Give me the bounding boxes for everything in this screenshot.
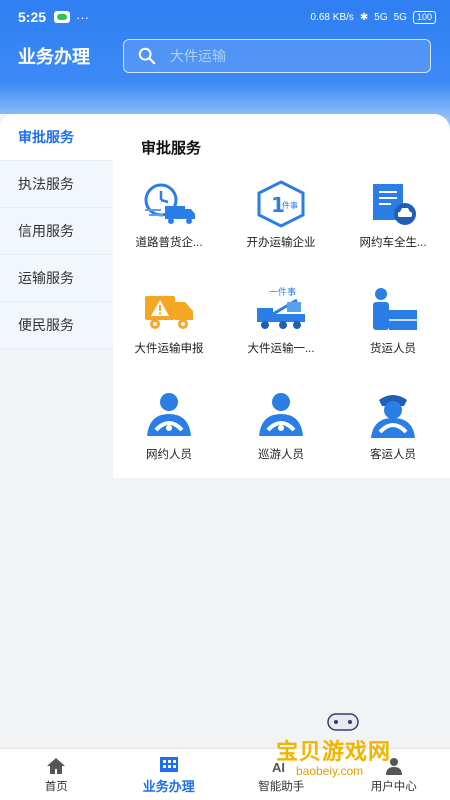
- sidebar-item-transport[interactable]: 运输服务: [0, 255, 113, 302]
- service-label: 货运人员: [370, 340, 416, 356]
- nav-label: 首页: [45, 778, 68, 794]
- section-title: 审批服务: [141, 137, 201, 158]
- bluetooth-icon: ✱: [360, 12, 368, 23]
- svg-text:件事: 件事: [282, 200, 298, 210]
- nav-label: 业务办理: [143, 776, 195, 795]
- cargo-person-icon: [365, 286, 421, 334]
- battery-icon: 100: [413, 11, 436, 24]
- document-car-icon: [365, 180, 421, 228]
- category-sidebar: 审批服务 执法服务 信用服务 运输服务 便民服务: [0, 114, 113, 748]
- service-label: 大件运输申报: [135, 340, 204, 356]
- sidebar-item-credit[interactable]: 信用服务: [0, 208, 113, 255]
- service-panel: 审批服务 道路普货企... 1 件事 开办运输企业: [113, 114, 450, 478]
- gamepad-icon: [324, 710, 362, 734]
- search-box[interactable]: [123, 39, 431, 73]
- service-label: 开办运输企业: [247, 234, 316, 250]
- warning-truck-icon: [141, 286, 197, 334]
- clock-truck-icon: [141, 180, 197, 228]
- service-item[interactable]: 一件事 大件运输一...: [225, 286, 337, 376]
- watermark-url: baobeiy.com: [296, 764, 363, 778]
- sidebar-item-enforcement[interactable]: 执法服务: [0, 161, 113, 208]
- search-icon: [138, 47, 156, 65]
- status-more: ···: [76, 10, 89, 25]
- svg-text:一件事: 一件事: [269, 286, 296, 298]
- service-item[interactable]: 大件运输申报: [113, 286, 225, 376]
- service-label: 道路普货企...: [135, 234, 202, 250]
- hexagon-one-item-icon: 1 件事: [253, 180, 309, 228]
- service-item[interactable]: 货运人员: [337, 286, 449, 376]
- top-bar: 业务办理: [0, 38, 450, 74]
- captain-person-icon: [365, 392, 421, 440]
- nav-home[interactable]: 首页: [0, 749, 113, 800]
- driver-person-icon: [253, 392, 309, 440]
- service-label: 巡游人员: [258, 446, 304, 462]
- nav-business[interactable]: 业务办理: [113, 749, 226, 800]
- service-label: 网约车全生...: [359, 234, 426, 250]
- service-item[interactable]: 道路普货企...: [113, 180, 225, 270]
- service-item[interactable]: 1 件事 开办运输企业: [225, 180, 337, 270]
- tow-truck-icon: 一件事: [253, 286, 309, 334]
- service-item[interactable]: 巡游人员: [225, 392, 337, 482]
- business-building-icon: [158, 754, 180, 774]
- watermark-text: 宝贝游戏网: [276, 734, 391, 766]
- driver-person-icon: [141, 392, 197, 440]
- search-input[interactable]: [170, 48, 420, 64]
- service-label: 客运人员: [370, 446, 416, 462]
- status-time: 5:25: [18, 9, 46, 25]
- status-bar: 5:25 ··· 0.68 KB/s ✱ 5G 5G 100: [0, 0, 450, 34]
- home-icon: [45, 756, 67, 776]
- watermark-logo: 宝贝游戏网 baobeiy.com: [272, 706, 422, 786]
- service-label: 大件运输一...: [247, 340, 314, 356]
- signal-5g-1: 5G: [374, 12, 387, 23]
- service-item[interactable]: 网约车全生...: [337, 180, 449, 270]
- sidebar-item-approval[interactable]: 审批服务: [0, 114, 113, 161]
- service-item[interactable]: 客运人员: [337, 392, 449, 482]
- wechat-notification-icon: [54, 11, 70, 23]
- page-title: 业务办理: [18, 43, 123, 69]
- net-speed: 0.68 KB/s: [311, 12, 354, 23]
- service-label: 网约人员: [146, 446, 192, 462]
- signal-5g-2: 5G: [394, 12, 407, 23]
- service-item[interactable]: 网约人员: [113, 392, 225, 482]
- sidebar-item-convenience[interactable]: 便民服务: [0, 302, 113, 349]
- status-indicators: 0.68 KB/s ✱ 5G 5G 100: [311, 11, 436, 24]
